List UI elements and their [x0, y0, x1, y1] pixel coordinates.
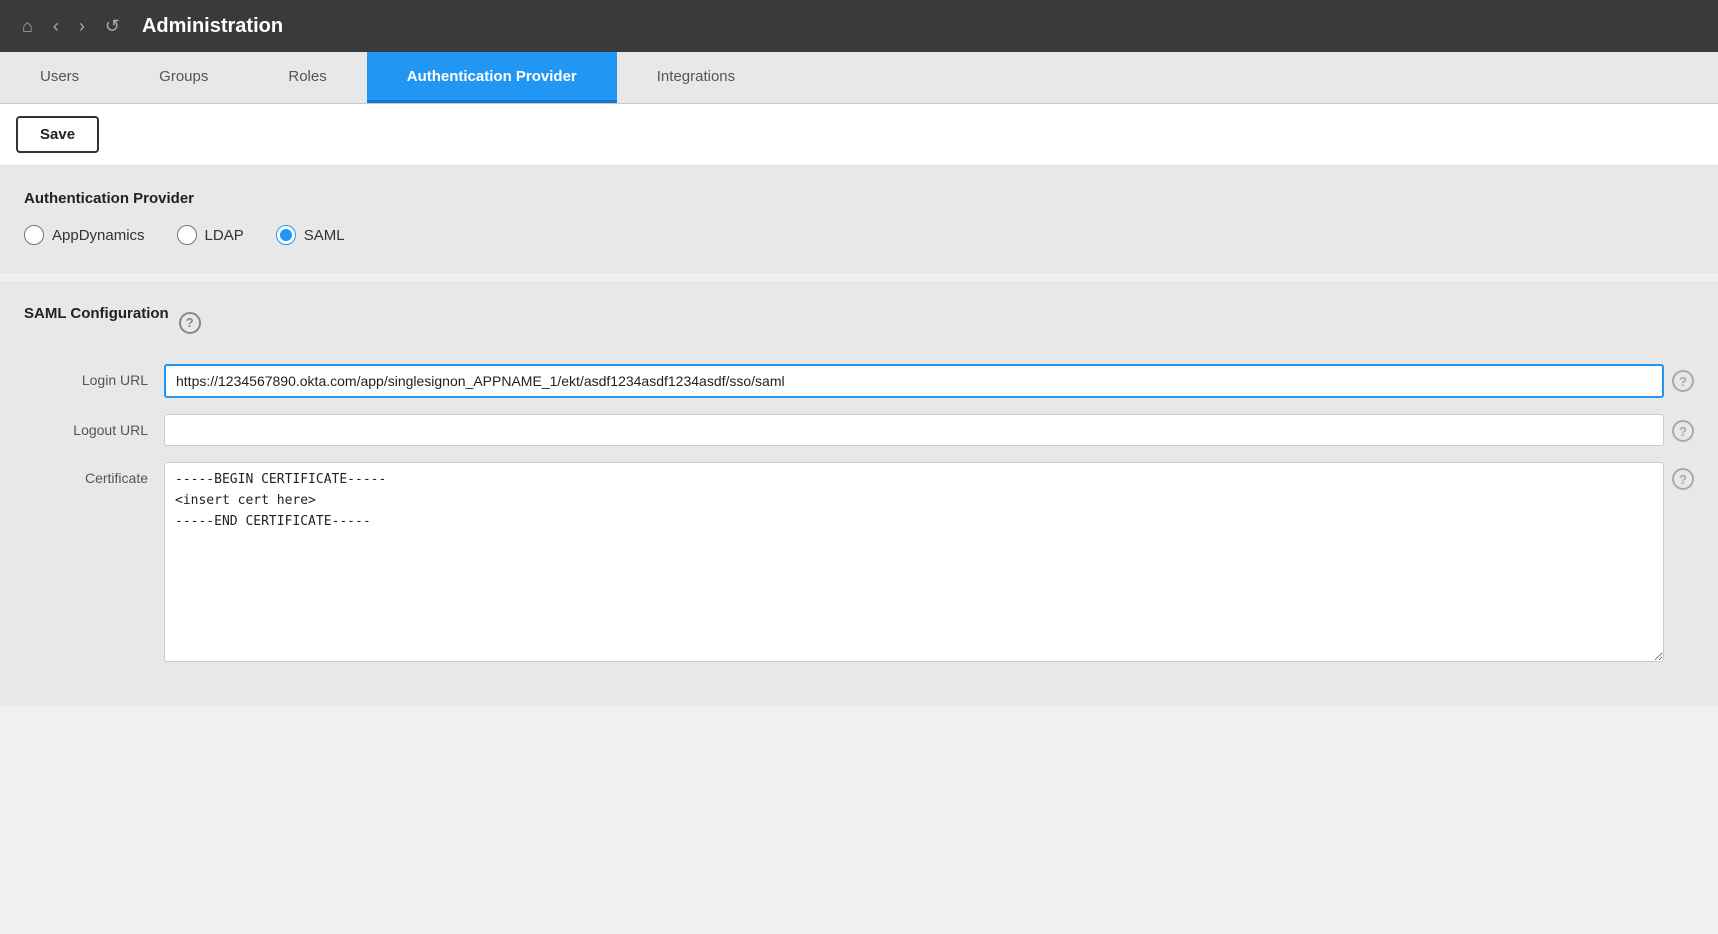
- certificate-label: Certificate: [24, 462, 164, 486]
- logout-url-row: Logout URL ?: [24, 414, 1694, 446]
- forward-icon[interactable]: ›: [73, 12, 91, 41]
- login-url-label: Login URL: [24, 364, 164, 388]
- login-url-help-icon[interactable]: ?: [1672, 370, 1694, 392]
- tab-bar: Users Groups Roles Authentication Provid…: [0, 52, 1718, 104]
- certificate-help-icon[interactable]: ?: [1672, 468, 1694, 490]
- saml-help-icon[interactable]: ?: [179, 312, 201, 334]
- radio-appdynamics[interactable]: AppDynamics: [24, 225, 145, 245]
- logout-url-help-icon[interactable]: ?: [1672, 420, 1694, 442]
- tab-auth-provider[interactable]: Authentication Provider: [367, 52, 617, 103]
- page-title: Administration: [142, 15, 283, 38]
- certificate-row: Certificate ?: [24, 462, 1694, 662]
- login-url-field-wrap: ?: [164, 364, 1694, 398]
- auth-provider-section: Authentication Provider AppDynamics LDAP…: [0, 166, 1718, 273]
- top-bar: ⌂ ‹ › ↺ Administration: [0, 0, 1718, 52]
- saml-section: SAML Configuration ? Login URL ? Logout …: [0, 281, 1718, 706]
- certificate-field-wrap: ?: [164, 462, 1694, 662]
- saml-title-row: SAML Configuration ?: [24, 305, 1694, 340]
- radio-saml[interactable]: SAML: [276, 225, 345, 245]
- auth-provider-title: Authentication Provider: [24, 190, 1694, 207]
- login-url-row: Login URL ?: [24, 364, 1694, 398]
- radio-appdynamics-input[interactable]: [24, 225, 44, 245]
- logout-url-label: Logout URL: [24, 414, 164, 438]
- toolbar: Save: [0, 104, 1718, 166]
- refresh-icon[interactable]: ↺: [99, 12, 126, 41]
- certificate-textarea[interactable]: [164, 462, 1664, 662]
- back-icon[interactable]: ‹: [47, 12, 65, 41]
- logout-url-input[interactable]: [164, 414, 1664, 446]
- radio-ldap-input[interactable]: [177, 225, 197, 245]
- tab-groups[interactable]: Groups: [119, 52, 248, 103]
- radio-saml-label: SAML: [304, 227, 345, 244]
- tab-roles[interactable]: Roles: [248, 52, 366, 103]
- logout-url-field-wrap: ?: [164, 414, 1694, 446]
- home-icon[interactable]: ⌂: [16, 12, 39, 41]
- radio-appdynamics-label: AppDynamics: [52, 227, 145, 244]
- content: Authentication Provider AppDynamics LDAP…: [0, 166, 1718, 706]
- login-url-input[interactable]: [164, 364, 1664, 398]
- tab-users[interactable]: Users: [0, 52, 119, 103]
- radio-ldap-label: LDAP: [205, 227, 244, 244]
- radio-saml-input[interactable]: [276, 225, 296, 245]
- radio-ldap[interactable]: LDAP: [177, 225, 244, 245]
- saml-title: SAML Configuration: [24, 305, 169, 322]
- save-button[interactable]: Save: [16, 116, 99, 153]
- auth-provider-radio-group: AppDynamics LDAP SAML: [24, 225, 1694, 245]
- tab-integrations[interactable]: Integrations: [617, 52, 775, 103]
